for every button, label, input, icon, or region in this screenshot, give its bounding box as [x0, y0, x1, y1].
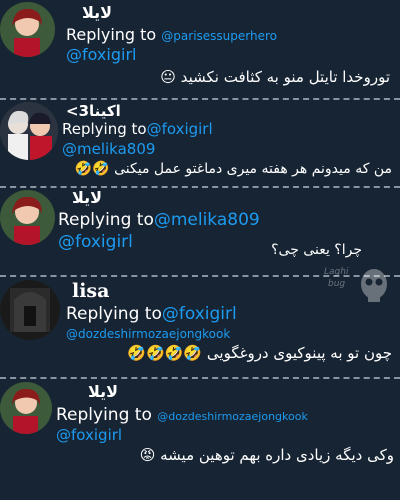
- tweet-text-content: توروخدا تایتل منو به کثافت نکشید: [180, 68, 390, 86]
- avatar-image: [0, 190, 55, 245]
- replying-to-line: Replying to@foxigirl: [62, 120, 213, 138]
- tweet-text: من که میدونم هر هفته میری دماغتو عمل میک…: [75, 161, 392, 177]
- tweet-text-content: چون تو به پینوکیوی دروغگویی: [206, 344, 392, 362]
- replying-to-line: Replying to@melika809: [58, 210, 260, 230]
- svg-text:Laghi: Laghi: [324, 267, 349, 277]
- avatar[interactable]: [0, 382, 52, 434]
- display-name: lisa: [72, 280, 110, 302]
- reply-card-2: اکینا3> Replying to@foxigirl @melika809 …: [0, 100, 400, 184]
- avatar-image: [0, 280, 60, 340]
- reply-card-5: لایلا Replying to @dozdeshirmozaejongkoo…: [0, 380, 400, 500]
- avatar[interactable]: [0, 102, 58, 160]
- display-name: لایلا: [72, 188, 103, 207]
- reply-handle-link[interactable]: @foxigirl: [162, 304, 237, 324]
- tweet-text-content: من که میدونم هر هفته میری دماغتو عمل میک…: [114, 161, 392, 177]
- mention-link[interactable]: @foxigirl: [58, 232, 133, 252]
- tweet-text-content: چرا؟ یعنی چی؟: [271, 242, 362, 258]
- tweet-text: چرا؟ یعنی چی؟: [271, 242, 362, 258]
- replying-to-line: Replying to@foxigirl: [66, 304, 237, 324]
- replying-to-label: Replying to: [66, 25, 157, 44]
- reply-handle-link[interactable]: @melika809: [154, 210, 260, 230]
- avatar[interactable]: [0, 2, 55, 57]
- reply-card-1: لایلا Replying to @parisessuperhero @fox…: [0, 0, 400, 97]
- replying-to-line: Replying to @parisessuperhero: [66, 25, 277, 44]
- reply-card-4: lisa Replying to@foxigirl @dozdeshirmoza…: [0, 278, 400, 374]
- display-name: لایلا: [82, 3, 113, 22]
- reply-handle-link[interactable]: @dozdeshirmozaejongkook: [157, 410, 308, 423]
- divider: [0, 377, 400, 379]
- replying-to-line: Replying to @dozdeshirmozaejongkook: [56, 405, 308, 425]
- emoji: 🤣🤣: [74, 161, 110, 177]
- replying-to-label: Replying to: [66, 304, 162, 324]
- tweet-text-content: وکی دیگه زیادی داره بهم توهین میشه: [160, 446, 394, 464]
- replying-to-label: Replying to: [58, 210, 154, 230]
- replying-to-label: Replying to: [62, 120, 147, 138]
- reply-handle-link[interactable]: @parisessuperhero: [161, 29, 277, 43]
- avatar[interactable]: [0, 280, 60, 340]
- emoji: 😡: [139, 446, 156, 464]
- mention-link[interactable]: @foxigirl: [56, 426, 122, 444]
- tweet-text: وکی دیگه زیادی داره بهم توهین میشه 😡: [140, 446, 394, 464]
- avatar-image: [0, 102, 58, 160]
- tweet-text: چون تو به پینوکیوی دروغگویی 🤣🤣🤣🤣: [127, 344, 392, 362]
- display-name: لایلا: [88, 382, 119, 401]
- emoji: 🤣🤣🤣🤣: [127, 344, 203, 362]
- avatar-image: [0, 2, 55, 57]
- tweet-text: توروخدا تایتل منو به کثافت نکشید 😐: [160, 68, 390, 86]
- mention-link[interactable]: @foxigirl: [66, 45, 136, 64]
- mention-link[interactable]: @melika809: [62, 140, 155, 158]
- replying-to-label: Replying to: [56, 405, 152, 425]
- avatar-image: [0, 382, 52, 434]
- display-name: اکینا3>: [66, 102, 121, 120]
- emoji: 😐: [160, 68, 176, 86]
- reply-handle-link[interactable]: @foxigirl: [147, 120, 213, 138]
- avatar[interactable]: [0, 190, 55, 245]
- mention-link[interactable]: @dozdeshirmozaejongkook: [66, 327, 230, 341]
